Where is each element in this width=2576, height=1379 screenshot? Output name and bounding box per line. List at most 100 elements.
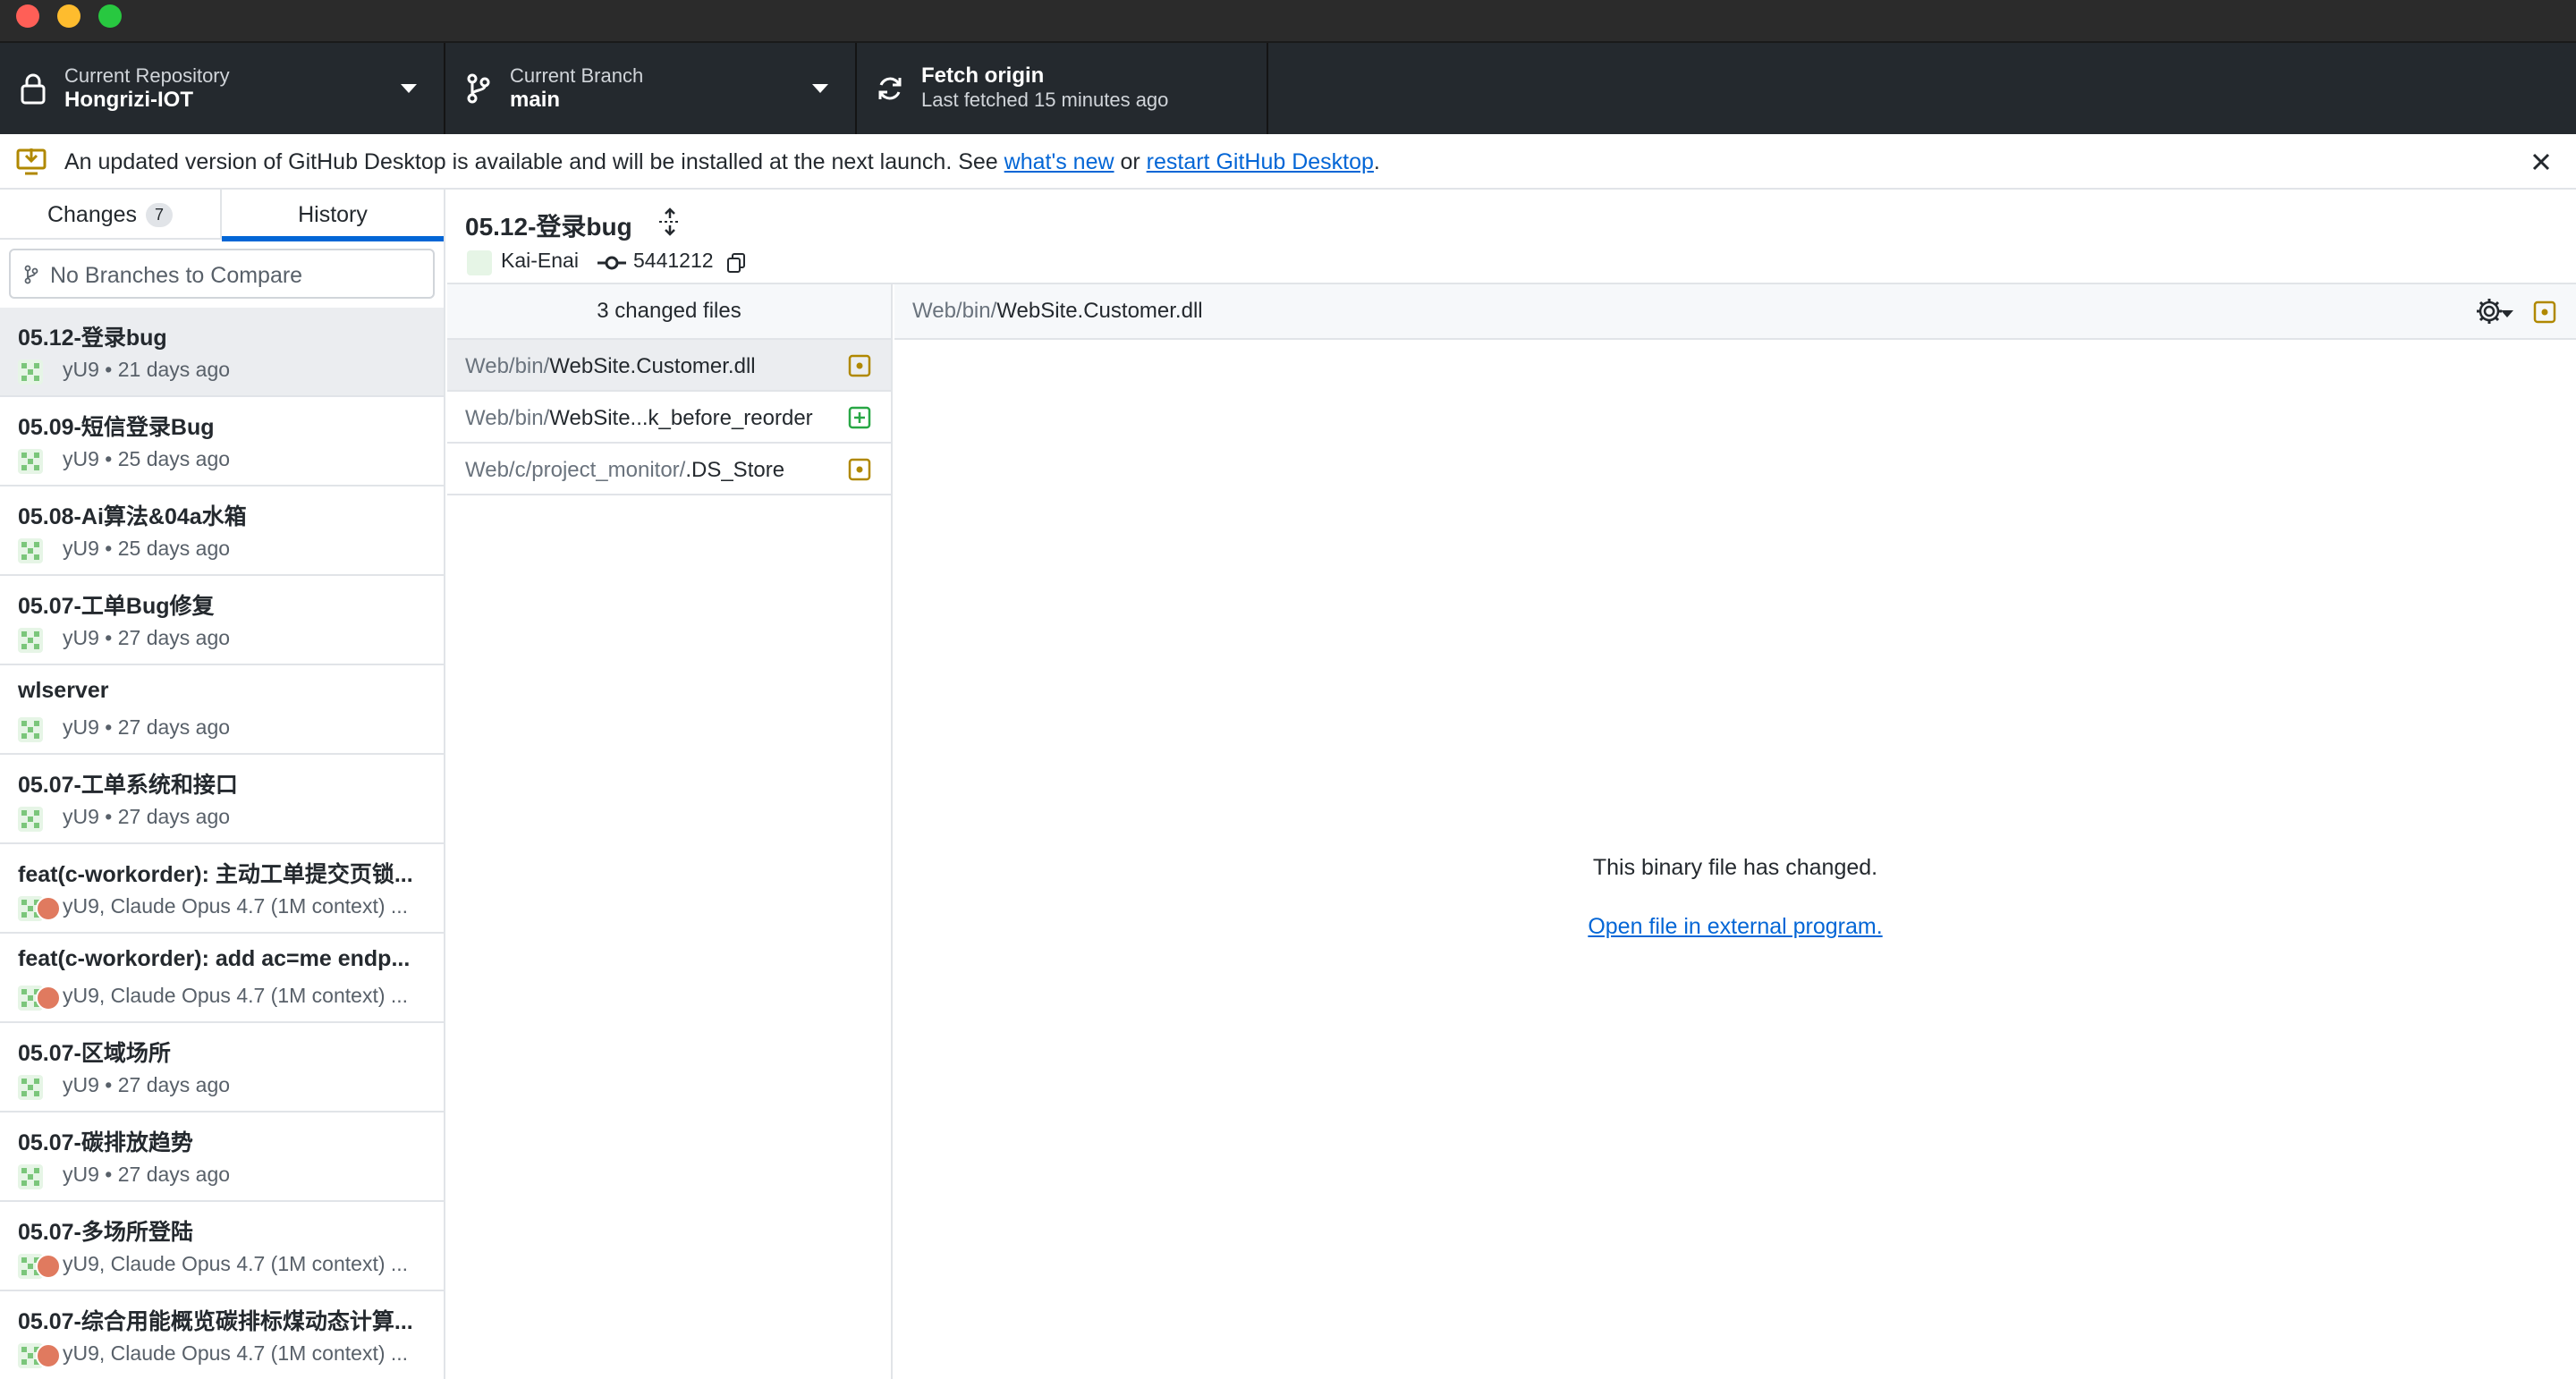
sync-icon [878, 77, 902, 100]
changes-count-badge: 7 [146, 202, 174, 227]
banner-text-after: . [1373, 149, 1380, 174]
file-name: WebSite...k_before_reorder [549, 406, 813, 430]
commit-list: 05.12-登录bug yU9 • 21 days ago 05.09-短信登录Bu… [0, 308, 444, 1379]
tab-changes[interactable]: Changes 7 [0, 190, 222, 240]
commit-item-meta: yU9 • 27 days ago [63, 1163, 231, 1186]
file-added-icon [848, 406, 871, 429]
diff-header: Web/bin/WebSite.Customer.dll [894, 284, 2576, 340]
file-list: Web/bin/WebSite.Customer.dll Web/bin/WebS… [447, 340, 891, 495]
tab-history-label: History [298, 201, 368, 227]
commit-item-title: 05.08-Ai算法&04a水箱 [18, 504, 247, 529]
tab-history[interactable]: History [222, 190, 444, 241]
window-maximize-button[interactable] [98, 4, 122, 28]
coauthor-avatar [36, 1254, 61, 1279]
binary-file-message: This binary file has changed. [1592, 855, 1878, 880]
chevron-down-icon [812, 84, 828, 93]
commit-item-title: feat(c-workorder): add ac=me endp... [18, 946, 411, 971]
commit-list-item[interactable]: 05.07-工单系统和接口 yU9 • 27 days ago [0, 755, 444, 844]
commit-item-title: wlserver [18, 678, 109, 703]
file-name: WebSite.Customer.dll [549, 354, 756, 378]
lock-icon [21, 73, 46, 105]
window-minimize-button[interactable] [57, 4, 80, 28]
banner-message: An updated version of GitHub Desktop is … [64, 149, 1380, 175]
commit-sha: 5441212 [633, 249, 714, 272]
changed-file-row[interactable]: Web/bin/WebSite.Customer.dll [447, 340, 891, 392]
file-path: Web/c/project_monitor/.DS_Store [465, 458, 784, 483]
commit-list-item[interactable]: feat(c-workorder): 主动工单提交页锁... yU9, Claud… [0, 844, 444, 934]
avatar [18, 449, 43, 474]
file-modified-icon [848, 458, 871, 481]
commit-author: Kai-Enai [501, 249, 579, 272]
commit-list-item[interactable]: 05.07-工单Bug修复 yU9 • 27 days ago [0, 576, 444, 665]
commit-item-meta: yU9 • 27 days ago [63, 715, 231, 739]
diff-path-name: WebSite.Customer.dll [996, 299, 1203, 323]
restart-link[interactable]: restart GitHub Desktop [1147, 149, 1374, 174]
file-name: .DS_Store [685, 458, 785, 482]
commit-item-title: 05.12-登录bug [18, 326, 167, 351]
changed-file-row[interactable]: Web/bin/WebSite...k_before_reorder [447, 392, 891, 444]
commit-list-item[interactable]: feat(c-workorder): add ac=me endp... yU9,… [0, 934, 444, 1023]
whats-new-link[interactable]: what's new [1004, 149, 1114, 174]
commit-summary-header: 05.12-登录bug Kai-Enai 5441212 [447, 190, 2576, 284]
chevron-down-icon[interactable] [2501, 310, 2513, 317]
close-icon[interactable] [2528, 148, 2555, 175]
file-path: Web/bin/WebSite...k_before_reorder [465, 406, 813, 431]
branch-name: main [510, 88, 561, 112]
commit-item-title: 05.07-工单Bug修复 [18, 594, 215, 619]
diff-path-dir: Web/bin/ [912, 299, 997, 323]
commit-list-item[interactable]: 05.07-综合用能概览碳排标煤动态计算... yU9, Claude Opus … [0, 1291, 444, 1379]
current-repository-button[interactable]: Current Repository Hongrizi-IOT [0, 43, 445, 134]
commit-list-item[interactable]: 05.07-碳排放趋势 yU9 • 27 days ago [0, 1113, 444, 1202]
gear-icon[interactable] [2474, 296, 2504, 326]
avatar [18, 538, 43, 563]
copy-icon[interactable] [726, 252, 746, 274]
repository-label: Current Repository [64, 64, 230, 87]
branch-label: Current Branch [510, 64, 644, 87]
current-branch-button[interactable]: Current Branch main [445, 43, 857, 134]
banner-text-before: An updated version of GitHub Desktop is … [64, 149, 1004, 174]
commit-item-meta: yU9, Claude Opus 4.7 (1M context) ... [63, 1341, 409, 1365]
desktop-download-icon [16, 148, 47, 175]
commit-item-meta: yU9 • 25 days ago [63, 447, 231, 470]
avatar [18, 1075, 43, 1100]
commit-item-meta: yU9 • 27 days ago [63, 1073, 231, 1096]
changed-file-row[interactable]: Web/c/project_monitor/.DS_Store [447, 444, 891, 495]
coauthor-avatar [36, 1343, 61, 1368]
commit-list-item[interactable]: 05.07-区域场所 yU9 • 27 days ago [0, 1023, 444, 1113]
commit-list-item[interactable]: 05.07-多场所登陆 yU9, Claude Opus 4.7 (1M cont… [0, 1202, 444, 1291]
commit-item-meta: yU9, Claude Opus 4.7 (1M context) ... [63, 894, 409, 918]
commit-item-meta: yU9 • 27 days ago [63, 626, 231, 649]
banner-text-mid: or [1114, 149, 1147, 174]
branch-compare-input[interactable]: No Branches to Compare [9, 249, 435, 299]
file-dir: Web/bin/ [465, 354, 550, 378]
commit-list-item[interactable]: 05.08-Ai算法&04a水箱 yU9 • 25 days ago [0, 486, 444, 576]
changed-files-count: 3 changed files [447, 284, 891, 340]
sidebar: Changes 7 History No Branches to Compare… [0, 190, 445, 1379]
update-banner: An updated version of GitHub Desktop is … [0, 134, 2576, 190]
open-external-link[interactable]: Open file in external program. [894, 914, 2576, 940]
coauthor-avatar [36, 986, 61, 1011]
avatar [18, 717, 43, 742]
fetch-origin-button[interactable]: Fetch origin Last fetched 15 minutes ago [857, 43, 1268, 134]
commit-list-item[interactable]: 05.12-登录bug yU9 • 21 days ago [0, 308, 444, 397]
commit-list-item[interactable]: 05.09-短信登录Bug yU9 • 25 days ago [0, 397, 444, 486]
window-close-button[interactable] [16, 4, 39, 28]
file-dir: Web/bin/ [465, 406, 550, 430]
tab-changes-label: Changes [47, 201, 138, 227]
chevron-down-icon [401, 84, 417, 93]
avatar [18, 1164, 43, 1189]
commit-item-title: 05.07-多场所登陆 [18, 1220, 193, 1245]
window-titlebar [0, 0, 2576, 43]
last-fetched-text: Last fetched 15 minutes ago [921, 89, 1169, 111]
diff-panel: Web/bin/WebSite.Customer.dll This binary… [894, 284, 2576, 1379]
avatar [18, 807, 43, 832]
commit-list-item[interactable]: wlserver yU9 • 27 days ago [0, 665, 444, 755]
diff-file-path: Web/bin/WebSite.Customer.dll [912, 299, 1203, 324]
commit-item-meta: yU9, Claude Opus 4.7 (1M context) ... [63, 984, 409, 1007]
changed-files-panel: 3 changed files Web/bin/WebSite.Customer… [447, 284, 893, 1379]
branch-icon [467, 73, 490, 104]
toolbar: Current Repository Hongrizi-IOT Current … [0, 43, 2576, 134]
git-commit-icon [597, 256, 626, 270]
commit-item-meta: yU9, Claude Opus 4.7 (1M context) ... [63, 1252, 409, 1275]
expand-icon[interactable] [657, 207, 683, 236]
